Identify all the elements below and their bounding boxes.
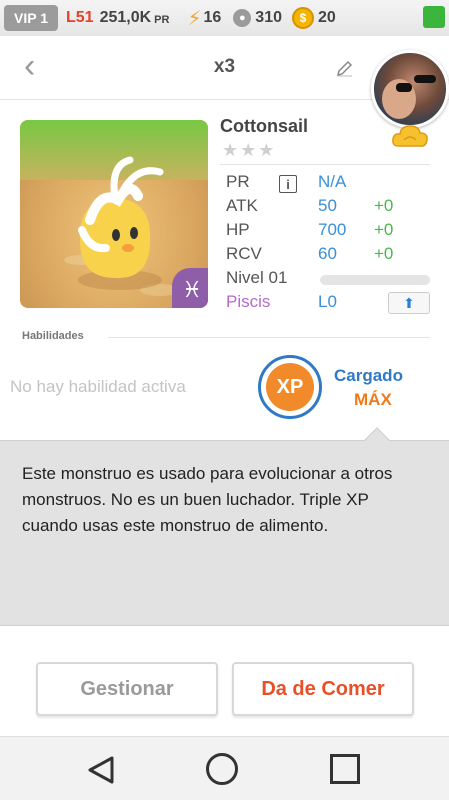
vip-badge[interactable]: VIP 1: [4, 5, 58, 31]
stat-row-atk: ATK 50 +0: [226, 196, 436, 220]
stat-row-hp: HP 700 +0: [226, 220, 436, 244]
hp-bonus: +0: [374, 220, 394, 239]
energy-count: 16: [203, 9, 222, 26]
cloud-element-icon: [392, 125, 428, 147]
system-nav-bar: [0, 736, 449, 800]
rarity-stars: ★★★: [222, 140, 277, 160]
player-pr-unit: PR: [154, 14, 170, 26]
xp-icon: XP: [266, 363, 314, 411]
stat-row-zodiac: Piscis L0 ⬆: [226, 292, 436, 316]
stamina-count: 310: [255, 9, 282, 26]
player-pr-value: 251,0K: [99, 9, 152, 26]
coin-icon: $: [292, 7, 314, 29]
energy-icon: ⚡: [187, 7, 202, 30]
status-bar: VIP 1 L51 251,0K PR ⚡ 16 ● 310 $ 20: [0, 0, 449, 36]
stat-row-pr: PR i N/A: [226, 172, 436, 196]
atk-label: ATK: [226, 196, 258, 215]
atk-bonus: +0: [374, 196, 394, 215]
zodiac-upgrade-button[interactable]: ⬆: [388, 292, 430, 314]
atk-value: 50: [318, 196, 337, 215]
skills-section-label: Habilidades: [22, 330, 84, 342]
manage-button[interactable]: Gestionar: [36, 662, 218, 716]
pr-label: PR: [226, 172, 250, 191]
page-header: ‹ x3: [0, 36, 449, 128]
max-label: MÁX: [354, 390, 392, 409]
no-active-skill-text: No hay habilidad activa: [10, 377, 186, 396]
coin-count: 20: [318, 9, 336, 26]
nav-recent-apps-icon[interactable]: [330, 754, 360, 784]
zodiac-label: Piscis: [226, 292, 271, 311]
xp-skill-badge[interactable]: XP: [258, 355, 322, 419]
rcv-bonus: +0: [374, 244, 394, 263]
rcv-label: RCV: [226, 244, 262, 263]
description-box: Este monstruo es usado para evolucionar …: [0, 440, 449, 626]
nav-home-icon[interactable]: [206, 753, 238, 785]
nav-back-icon[interactable]: [86, 755, 116, 785]
arrow-up-icon: ⬆: [403, 294, 415, 311]
pisces-icon: ♓: [172, 268, 208, 308]
info-icon[interactable]: i: [279, 175, 297, 193]
charged-label: Cargado: [334, 366, 403, 385]
avatar[interactable]: [371, 50, 449, 128]
hp-label: HP: [226, 220, 250, 239]
divider: [220, 164, 430, 165]
paw-icon: ●: [233, 9, 252, 27]
description-text: Este monstruo es usado para evolucionar …: [22, 464, 393, 535]
monster-name: Cottonsail: [220, 116, 308, 136]
rcv-value: 60: [318, 244, 337, 263]
stat-row-rcv: RCV 60 +0: [226, 244, 436, 268]
monster-portrait[interactable]: ♓: [20, 120, 208, 308]
zodiac-level: L0: [318, 292, 337, 311]
add-currency-button[interactable]: [423, 6, 445, 28]
divider: [108, 337, 430, 338]
pencil-icon[interactable]: [335, 58, 355, 78]
feed-button[interactable]: Da de Comer: [232, 662, 414, 716]
level-label: Nivel 01: [226, 268, 288, 287]
hp-value: 700: [318, 220, 347, 239]
player-level: L51: [66, 9, 94, 26]
pr-value: N/A: [318, 172, 347, 191]
level-progress-bar: [320, 275, 430, 285]
stat-row-level: Nivel 01: [226, 268, 436, 292]
